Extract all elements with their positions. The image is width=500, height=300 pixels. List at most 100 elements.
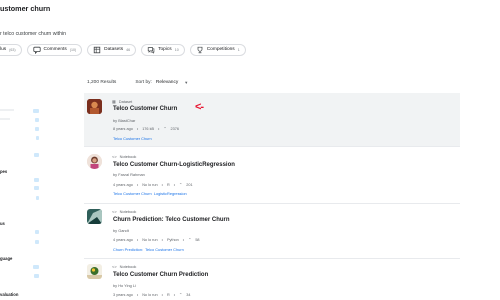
result-type-label: Dataset [118, 99, 133, 104]
result-size: 176 kB [142, 126, 155, 131]
search-query-label: r telco customer churn within [0, 31, 67, 37]
result-run-status: No lo run [142, 237, 158, 242]
upvote-icon[interactable]: ⌃ [179, 292, 182, 297]
result-type-label: Notebook [119, 154, 137, 159]
facet-badge [36, 136, 39, 140]
result-title[interactable]: Telco Customer Churn Prediction [113, 272, 208, 278]
result-run-status: No lo run [142, 292, 158, 297]
dataset-icon: ▦ [112, 99, 116, 104]
facet-row[interactable] [0, 109, 14, 111]
filter-chip-label: Competitions [206, 47, 235, 52]
result-tag[interactable]: Telco Customer Churn [113, 191, 152, 196]
filter-chip-topics[interactable]: Topics 10 [141, 43, 185, 56]
facet-row[interactable] [0, 118, 10, 120]
comment-icon [32, 46, 41, 54]
author-avatar [87, 154, 102, 169]
upvote-icon[interactable]: ⌃ [163, 126, 166, 131]
filter-chip-count: 46 [126, 47, 131, 52]
separator-dot: • [136, 182, 139, 187]
result-type: <> Notebook [112, 209, 136, 214]
result-item[interactable]: ▦ Dataset Telco Customer Churn by BlastC… [84, 93, 460, 147]
chevron-down-icon[interactable]: ▼ [184, 80, 188, 85]
result-type: <> Notebook [112, 264, 136, 269]
facet-badge [33, 265, 39, 269]
filter-chip-count: (10) [69, 47, 77, 52]
result-author[interactable]: by Gandt [113, 228, 129, 233]
facet-badge [35, 230, 39, 234]
facet-badge [35, 118, 39, 122]
page-title: ustomer churn [0, 4, 51, 13]
facet-badge [33, 109, 39, 113]
dataset-icon [93, 46, 101, 54]
result-tag[interactable]: Telco Customer Churn [145, 247, 184, 252]
result-meta: 4 years ago • No lo run • R • ⌃ 201 [113, 182, 197, 188]
result-votes: 2376 [170, 126, 179, 131]
facet-sidebar: pes us guage valuation [0, 100, 42, 300]
sort-dropdown[interactable]: Relevancy [156, 80, 178, 85]
code-icon: <> [112, 154, 117, 159]
result-author[interactable]: by BlastChar [113, 118, 135, 123]
result-age: 4 years ago [113, 182, 133, 187]
result-item[interactable]: <> Notebook Churn Prediction: Telco Cust… [84, 204, 460, 259]
notebook-thumbnail [87, 209, 102, 224]
separator-dot: • [173, 182, 176, 187]
upvote-icon[interactable]: ⌃ [179, 182, 182, 187]
result-meta: 4 years ago • No lo run • Python • ⌃ 58 [113, 237, 204, 243]
separator-dot: • [161, 237, 163, 242]
result-title[interactable]: Telco Customer Churn [113, 106, 177, 112]
result-votes: 34 [186, 292, 191, 297]
result-tags: Telco Customer Churn LogisticRegression [113, 191, 191, 196]
filter-chip-competitions[interactable]: Competitions 1 [189, 43, 246, 56]
results-toolbar: 1,200 Results Sort by: Relevancy ▼ [87, 80, 188, 85]
topics-icon [147, 46, 155, 54]
filter-chip-all[interactable]: lus (63) [0, 43, 22, 56]
facet-badge [34, 186, 39, 190]
filter-chip-datasets[interactable]: Datasets 46 [87, 43, 137, 56]
filter-chip-comments[interactable]: Comments (10) [26, 43, 83, 56]
result-type-label: Notebook [119, 209, 137, 214]
result-meta: 3 years ago • No lo run • R • ⌃ 34 [113, 292, 194, 298]
result-age: 8 years ago [113, 126, 133, 131]
result-language: R [166, 292, 170, 297]
result-age: 4 years ago [113, 237, 133, 242]
result-tag[interactable]: Churn Prediction: [113, 247, 143, 252]
result-item[interactable]: <> Notebook Telco Customer Churn-Logisti… [84, 148, 460, 204]
facet-badge [34, 274, 39, 278]
filter-chip-label: Datasets [104, 47, 124, 52]
result-title[interactable]: Churn Prediction: Telco Customer Churn [113, 217, 230, 223]
separator-dot: • [161, 292, 163, 297]
result-item[interactable]: <> Notebook Telco Customer Churn Predict… [84, 259, 460, 300]
result-type: <> Notebook [112, 154, 136, 159]
result-title[interactable]: Telco Customer Churn-LogisticRegression [113, 162, 235, 168]
separator-dot: • [158, 126, 160, 131]
upvote-icon[interactable]: ⌃ [188, 237, 191, 242]
result-type: ▦ Dataset [112, 99, 132, 104]
facet-badge [35, 240, 39, 244]
trophy-icon [196, 46, 204, 54]
result-votes: 201 [186, 182, 193, 187]
result-author[interactable]: by Farzal Rahman [113, 172, 145, 177]
facet-badge [36, 196, 39, 200]
facet-heading: us [0, 221, 5, 226]
annotation-arrow: <- [195, 101, 204, 113]
result-tag[interactable]: LogisticRegression [154, 191, 187, 196]
separator-dot: • [173, 292, 176, 297]
filter-chip-label: Comments [43, 47, 67, 52]
result-language: Python [166, 237, 179, 242]
result-type-label: Notebook [119, 264, 137, 269]
code-icon: <> [112, 209, 117, 214]
facet-badge [35, 127, 39, 131]
result-run-status: No lo run [142, 182, 158, 187]
facet-heading: guage [0, 256, 13, 261]
result-meta: 8 years ago • 176 kB • ⌃ 2376 [113, 126, 183, 132]
result-language: R [166, 182, 170, 187]
filter-chips: lus (63) Comments (10) Datasets 46 Topic… [0, 43, 251, 56]
filter-chip-label: lus [0, 47, 7, 52]
dataset-thumbnail [87, 99, 102, 114]
result-age: 3 years ago [113, 292, 133, 297]
result-tags: Churn Prediction: Telco Customer Churn [113, 247, 188, 252]
result-tag[interactable]: Telco Customer Churn [113, 136, 152, 141]
filter-chip-count: 1 [237, 47, 240, 52]
result-votes: 58 [195, 237, 200, 242]
result-author[interactable]: by Ho Ying Li [113, 283, 136, 288]
